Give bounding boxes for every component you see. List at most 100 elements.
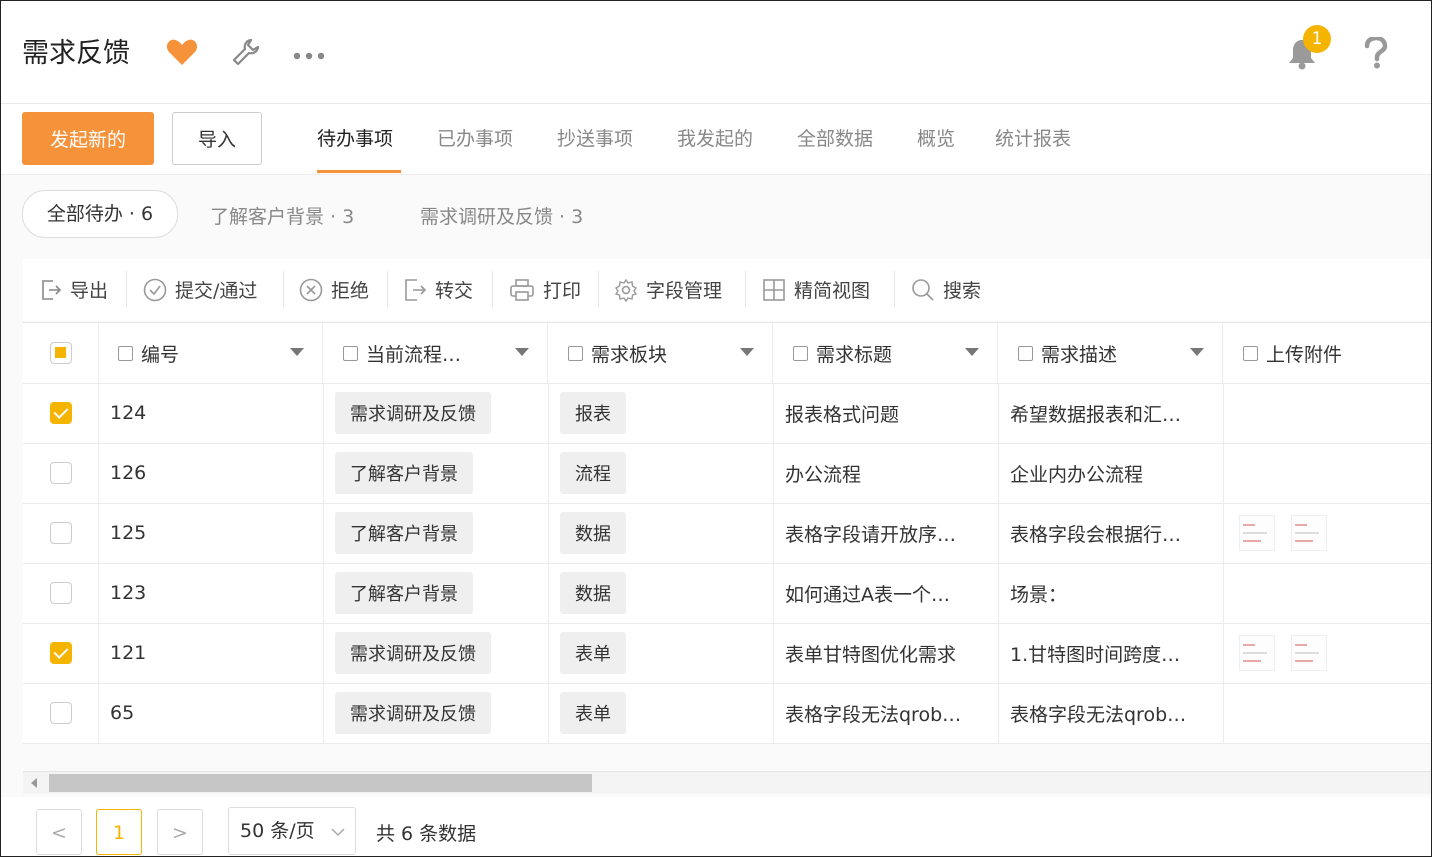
- favorite-heart-icon[interactable]: [166, 37, 198, 71]
- flow-cell[interactable]: 了解客户背景: [323, 503, 549, 563]
- column-menu-icon[interactable]: [515, 348, 529, 356]
- module-cell[interactable]: 流程: [548, 443, 774, 503]
- module-cell[interactable]: 表单: [548, 623, 774, 683]
- title-cell[interactable]: 报表格式问题: [773, 383, 999, 443]
- table-row[interactable]: 123 了解客户背景 数据 如何通过A表一个… 场景：: [23, 563, 1431, 624]
- id-cell[interactable]: 125: [98, 503, 324, 563]
- wrench-icon[interactable]: [231, 37, 261, 71]
- flow-cell[interactable]: 需求调研及反馈: [323, 623, 549, 683]
- filter-chip-all[interactable]: 全部待办 · 6: [22, 190, 178, 238]
- attachments-cell[interactable]: [1223, 683, 1431, 743]
- id-cell[interactable]: 123: [98, 563, 324, 623]
- transfer-button[interactable]: 转交: [403, 276, 473, 303]
- search-button[interactable]: 搜索: [911, 276, 981, 303]
- flow-cell[interactable]: 了解客户背景: [323, 563, 549, 623]
- tab-overview[interactable]: 概览: [917, 124, 955, 151]
- compact-view-button[interactable]: 精简视图: [762, 276, 870, 303]
- module-cell[interactable]: 数据: [548, 503, 774, 563]
- module-cell[interactable]: 数据: [548, 563, 774, 623]
- attachment-thumbnail[interactable]: [1291, 515, 1327, 551]
- module-cell[interactable]: 表单: [548, 683, 774, 743]
- gear-icon: [614, 278, 638, 302]
- title-cell[interactable]: 表格字段请开放序…: [773, 503, 999, 563]
- id-cell[interactable]: 65: [98, 683, 324, 743]
- attachments-cell[interactable]: [1223, 383, 1431, 443]
- current-page-button[interactable]: 1: [96, 809, 142, 855]
- table-row[interactable]: 121 需求调研及反馈 表单 表单甘特图优化需求 1.甘特图时间跨度…: [23, 623, 1431, 684]
- flow-cell[interactable]: 需求调研及反馈: [323, 683, 549, 743]
- flow-cell[interactable]: 了解客户背景: [323, 443, 549, 503]
- row-checkbox[interactable]: [49, 702, 72, 724]
- page-size-select[interactable]: 50 条/页: [228, 807, 356, 855]
- attachment-thumbnail[interactable]: [1239, 635, 1275, 671]
- title-cell[interactable]: 表单甘特图优化需求: [773, 623, 999, 683]
- column-header-attachments[interactable]: 上传附件: [1223, 323, 1431, 383]
- row-checkbox[interactable]: [49, 522, 72, 544]
- column-header-id[interactable]: 编号: [98, 323, 323, 383]
- help-icon[interactable]: [1363, 35, 1389, 73]
- field-management-button[interactable]: 字段管理: [614, 276, 722, 303]
- horizontal-scrollbar[interactable]: [23, 771, 1431, 794]
- tab-all-data[interactable]: 全部数据: [797, 124, 873, 151]
- filter-chip-research-feedback[interactable]: 需求调研及反馈 · 3: [420, 202, 583, 229]
- submit-approve-button[interactable]: 提交/通过: [143, 276, 257, 303]
- description-cell[interactable]: 表格字段无法qrob…: [998, 683, 1224, 743]
- module-cell[interactable]: 报表: [548, 383, 774, 443]
- description-cell[interactable]: 场景：: [998, 563, 1224, 623]
- attachments-cell[interactable]: [1223, 503, 1431, 563]
- description-cell[interactable]: 企业内办公流程: [998, 443, 1224, 503]
- tab-done[interactable]: 已办事项: [437, 124, 513, 151]
- title-value: 表格字段请开放序…: [785, 523, 957, 546]
- title-cell[interactable]: 表格字段无法qrob…: [773, 683, 999, 743]
- row-checkbox[interactable]: [49, 402, 72, 424]
- import-button[interactable]: 导入: [172, 112, 262, 165]
- attachment-thumbnail[interactable]: [1291, 635, 1327, 671]
- id-cell[interactable]: 126: [98, 443, 324, 503]
- attachment-thumbnail[interactable]: [1239, 515, 1275, 551]
- column-menu-icon[interactable]: [1190, 348, 1204, 356]
- scroll-left-arrow-icon[interactable]: [31, 778, 37, 788]
- new-request-button[interactable]: 发起新的: [22, 112, 154, 165]
- attachments-cell[interactable]: [1223, 623, 1431, 683]
- id-cell[interactable]: 124: [98, 383, 324, 443]
- table-row[interactable]: 126 了解客户背景 流程 办公流程 企业内办公流程: [23, 443, 1431, 504]
- description-cell[interactable]: 1.甘特图时间跨度…: [998, 623, 1224, 683]
- column-header-module[interactable]: 需求板块: [548, 323, 773, 383]
- export-button[interactable]: 导出: [40, 276, 108, 303]
- more-options-icon[interactable]: [293, 46, 325, 65]
- flow-tag: 需求调研及反馈: [335, 392, 491, 434]
- table-row[interactable]: 124 需求调研及反馈 报表 报表格式问题 希望数据报表和汇…: [23, 383, 1431, 444]
- title-cell[interactable]: 如何通过A表一个…: [773, 563, 999, 623]
- attachments-cell[interactable]: [1223, 443, 1431, 503]
- next-page-button[interactable]: >: [157, 809, 203, 855]
- flow-cell[interactable]: 需求调研及反馈: [323, 383, 549, 443]
- scrollbar-thumb[interactable]: [49, 774, 592, 792]
- tab-todo[interactable]: 待办事项: [317, 124, 393, 151]
- row-checkbox[interactable]: [49, 642, 72, 664]
- table-row[interactable]: 125 了解客户背景 数据 表格字段请开放序… 表格字段会根据行…: [23, 503, 1431, 564]
- prev-page-button[interactable]: <: [36, 809, 82, 855]
- column-header-flow[interactable]: 当前流程…: [323, 323, 548, 383]
- row-checkbox[interactable]: [49, 462, 72, 484]
- title-cell[interactable]: 办公流程: [773, 443, 999, 503]
- table-row[interactable]: 65 需求调研及反馈 表单 表格字段无法qrob… 表格字段无法qrob…: [23, 683, 1431, 744]
- column-header-description[interactable]: 需求描述: [998, 323, 1223, 383]
- tab-reports[interactable]: 统计报表: [995, 124, 1071, 151]
- attachments-cell[interactable]: [1223, 563, 1431, 623]
- column-menu-icon[interactable]: [965, 348, 979, 356]
- column-menu-icon[interactable]: [740, 348, 754, 356]
- column-header-title[interactable]: 需求标题: [773, 323, 998, 383]
- description-cell[interactable]: 希望数据报表和汇…: [998, 383, 1224, 443]
- print-button[interactable]: 打印: [509, 276, 581, 303]
- reject-button[interactable]: 拒绝: [299, 276, 369, 303]
- filter-chip-customer-background[interactable]: 了解客户背景 · 3: [210, 202, 354, 229]
- tab-initiated[interactable]: 我发起的: [677, 124, 753, 151]
- column-header-label: 编号: [141, 343, 180, 366]
- column-menu-icon[interactable]: [290, 348, 304, 356]
- module-tag: 流程: [560, 452, 626, 494]
- description-cell[interactable]: 表格字段会根据行…: [998, 503, 1224, 563]
- row-checkbox[interactable]: [49, 582, 72, 604]
- tab-cc[interactable]: 抄送事项: [557, 124, 633, 151]
- select-all-checkbox[interactable]: [49, 342, 72, 364]
- id-cell[interactable]: 121: [98, 623, 324, 683]
